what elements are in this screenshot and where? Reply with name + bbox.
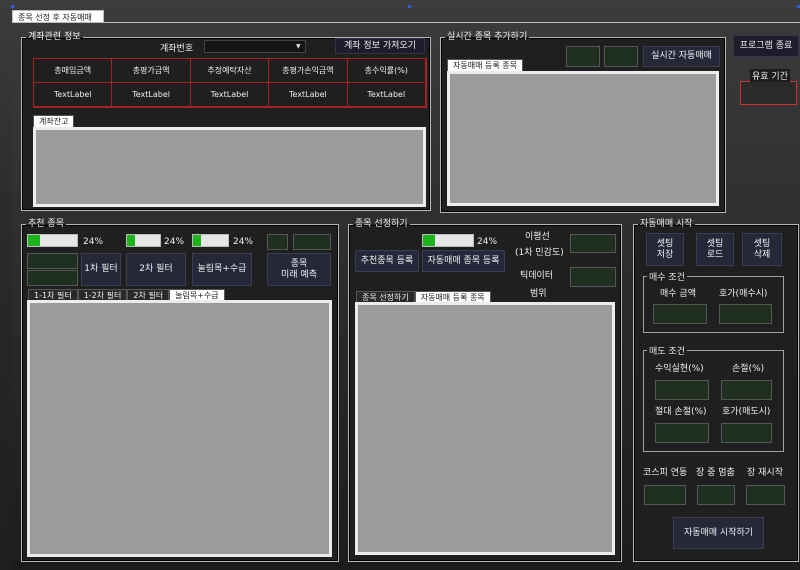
select-stock-title: 종목 선정하기 bbox=[355, 219, 408, 229]
realtime-tabs: 자동매매 등록 종목 bbox=[447, 59, 523, 71]
tick-data-label: 틱데이터 bbox=[520, 271, 554, 281]
buy-amount-label: 매수 금액 bbox=[660, 289, 696, 299]
buy-price-input[interactable] bbox=[719, 304, 772, 324]
value-total-purchase: TextLabel bbox=[34, 83, 113, 107]
filter2-progress bbox=[126, 234, 161, 247]
fetch-account-button[interactable]: 계좌 정보 가져오기 bbox=[335, 38, 425, 54]
kospi-sync-label: 코스피 연동 bbox=[643, 468, 688, 478]
restart-input[interactable] bbox=[746, 485, 785, 505]
delete-settings-button[interactable]: 셋팅 삭제 bbox=[742, 233, 782, 266]
exit-program-button[interactable]: 프로그램 종료 bbox=[733, 35, 799, 57]
predict-future-button[interactable]: 종목 미래 예측 bbox=[267, 253, 331, 286]
buy-conditions-title: 매수 조건 bbox=[649, 273, 685, 283]
ma-label: 이평선 bbox=[525, 232, 550, 242]
value-total-eval: TextLabel bbox=[112, 83, 191, 107]
sell-price-input[interactable] bbox=[721, 423, 772, 443]
select-stock-list[interactable] bbox=[355, 302, 615, 555]
account-number-select[interactable] bbox=[204, 40, 306, 53]
sell-conditions-title: 매도 조건 bbox=[649, 347, 685, 357]
filter1-progress-fill bbox=[28, 235, 40, 246]
loss-input[interactable] bbox=[721, 380, 772, 400]
tab-balance[interactable]: 계좌잔고 bbox=[33, 115, 75, 127]
register-recommend-button[interactable]: 추천종목 등록 bbox=[355, 250, 419, 272]
realtime-lcd-1 bbox=[566, 46, 600, 67]
tick-range-input[interactable] bbox=[570, 267, 616, 287]
recommend-lcd-c bbox=[27, 253, 78, 269]
ma-sensitivity-input[interactable] bbox=[570, 234, 616, 253]
buy-amount-input[interactable] bbox=[653, 304, 707, 324]
start-auto-trade-button[interactable]: 자동매매 시작하기 bbox=[673, 517, 764, 549]
save-settings-button[interactable]: 셋팅 저장 bbox=[646, 233, 684, 266]
recommend-title: 추천 종목 bbox=[28, 219, 64, 229]
filter2-progress-text: 24% bbox=[164, 237, 185, 247]
valid-period-label: 유효 기간 bbox=[750, 69, 790, 82]
filter2-progress-fill bbox=[127, 235, 135, 246]
buy-price-label: 호가(매수시) bbox=[719, 289, 768, 299]
filter3-progress-text: 24% bbox=[233, 237, 254, 247]
halt-input[interactable] bbox=[697, 485, 735, 505]
abs-loss-label: 절대 손절(%) bbox=[655, 407, 707, 417]
resize-handle-mid bbox=[408, 5, 411, 8]
select-progress-text: 24% bbox=[477, 237, 498, 247]
filter1-progress bbox=[27, 234, 78, 247]
register-auto-button[interactable]: 자동매매 종목 등록 bbox=[422, 250, 505, 272]
header-total-pnl: 총평가손익금액 bbox=[269, 59, 348, 83]
realtime-auto-button[interactable]: 실시간 자동매매 bbox=[643, 46, 720, 67]
halt-label: 장 중 멈춤 bbox=[696, 468, 735, 478]
tab-realtime-list[interactable]: 자동매매 등록 종목 bbox=[447, 59, 523, 71]
range-label: 범위 bbox=[530, 289, 547, 299]
abs-loss-input[interactable] bbox=[655, 423, 709, 443]
valid-period-box bbox=[740, 81, 797, 105]
account-number-label: 계좌번호 bbox=[160, 44, 194, 54]
select-progress-fill bbox=[423, 235, 435, 246]
profit-input[interactable] bbox=[655, 380, 709, 400]
auto-trade-title: 자동매매 시작 bbox=[640, 219, 693, 229]
load-settings-button[interactable]: 셋팅 로드 bbox=[696, 233, 734, 266]
select-progress bbox=[422, 234, 474, 247]
filter2-button[interactable]: 2차 필터 bbox=[126, 253, 186, 286]
recommend-lcd-a bbox=[267, 234, 288, 250]
filter1-button[interactable]: 1차 필터 bbox=[81, 253, 121, 286]
realtime-title: 실시간 종목 추가하기 bbox=[447, 32, 528, 42]
loss-label: 손절(%) bbox=[732, 364, 765, 374]
header-est-deposit: 추정예탁자산 bbox=[190, 59, 270, 83]
resize-handle-left bbox=[11, 5, 14, 8]
balance-tabs: 계좌잔고 bbox=[33, 115, 75, 127]
profit-label: 수익실현(%) bbox=[655, 364, 704, 374]
header-total-purchase: 총매입금액 bbox=[34, 59, 113, 83]
filter3-progress bbox=[192, 234, 229, 247]
account-summary-table: 총매입금액 총평가금액 추정예탁자산 총평가손익금액 총수익률(%) TextL… bbox=[33, 58, 427, 108]
value-total-return: TextLabel bbox=[347, 83, 426, 107]
balance-table[interactable] bbox=[33, 127, 426, 207]
restart-label: 장 재시작 bbox=[747, 468, 783, 478]
recommend-lcd-b bbox=[293, 234, 331, 250]
account-info-title: 계좌관련 정보 bbox=[28, 32, 81, 42]
header-total-return: 총수익률(%) bbox=[347, 59, 426, 83]
sell-price-label: 호가(매도시) bbox=[722, 407, 771, 417]
filter3-button[interactable]: 눌림목+수급 bbox=[192, 253, 252, 286]
value-est-deposit: TextLabel bbox=[190, 83, 270, 107]
value-total-pnl: TextLabel bbox=[269, 83, 348, 107]
chevron-down-icon: ▼ bbox=[296, 43, 301, 50]
recommend-list[interactable] bbox=[27, 300, 332, 557]
realtime-lcd-2 bbox=[604, 46, 638, 67]
header-total-eval: 총평가금액 bbox=[112, 59, 191, 83]
filter1-progress-text: 24% bbox=[83, 237, 104, 247]
kospi-sync-input[interactable] bbox=[644, 485, 686, 505]
filter3-progress-fill bbox=[193, 235, 202, 246]
recommend-lcd-d bbox=[27, 270, 78, 286]
sensitivity-label: (1차 민감도) bbox=[515, 248, 564, 258]
realtime-list[interactable] bbox=[447, 71, 719, 206]
